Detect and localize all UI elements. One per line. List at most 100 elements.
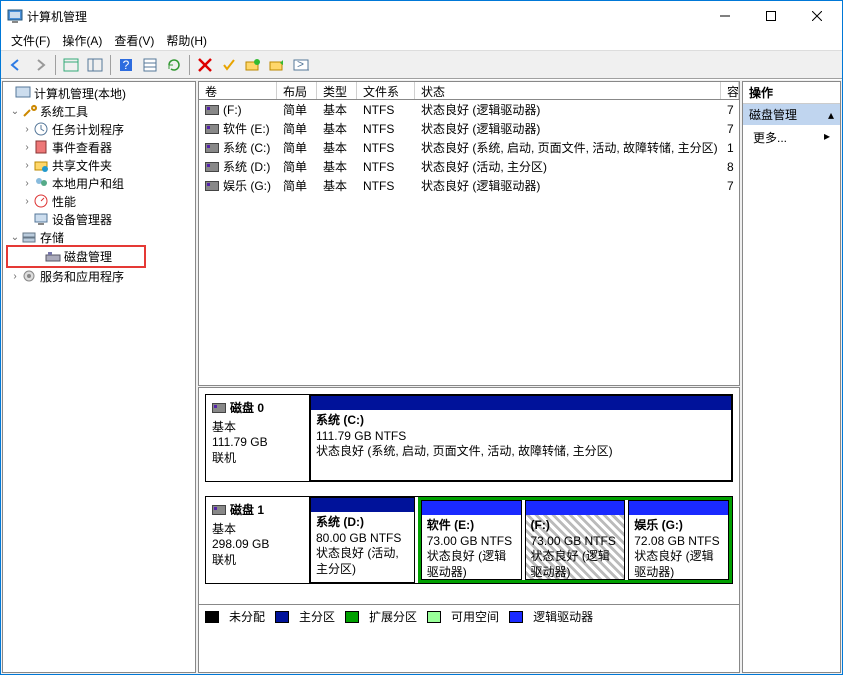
col-layout[interactable]: 布局 bbox=[277, 82, 317, 99]
check-icon[interactable] bbox=[218, 54, 240, 76]
partition[interactable]: 系统 (D:)80.00 GB NTFS状态良好 (活动, 主分区) bbox=[310, 497, 415, 583]
col-type[interactable]: 类型 bbox=[317, 82, 357, 99]
folder-new-icon[interactable] bbox=[242, 54, 264, 76]
partition-body: (F:)73.00 GB NTFS状态良好 (逻辑驱动器) bbox=[526, 515, 625, 579]
disk-graphical-view[interactable]: 磁盘 0基本111.79 GB联机系统 (C:)111.79 GB NTFS状态… bbox=[198, 387, 740, 673]
refresh-icon[interactable] bbox=[163, 54, 185, 76]
tree-device-manager[interactable]: 设备管理器 bbox=[3, 210, 195, 228]
volume-name: 软件 (E:) bbox=[223, 120, 270, 137]
chevron-right-icon[interactable]: › bbox=[21, 196, 33, 207]
tree-root[interactable]: 计算机管理(本地) bbox=[3, 84, 195, 102]
partitions: 系统 (C:)111.79 GB NTFS状态良好 (系统, 启动, 页面文件,… bbox=[310, 395, 732, 481]
partition[interactable]: 娱乐 (G:)72.08 GB NTFS状态良好 (逻辑驱动器) bbox=[628, 500, 729, 580]
hscrollbar[interactable] bbox=[199, 385, 739, 386]
disk-row[interactable]: 磁盘 0基本111.79 GB联机系统 (C:)111.79 GB NTFS状态… bbox=[205, 394, 733, 482]
disk-size: 111.79 GB bbox=[212, 435, 303, 449]
chevron-right-icon[interactable]: › bbox=[9, 271, 21, 282]
nav-tree[interactable]: 计算机管理(本地) ⌄ 系统工具 › 任务计划程序 › 事件查看器 bbox=[2, 81, 196, 673]
disk-info: 磁盘 0基本111.79 GB联机 bbox=[206, 395, 310, 481]
services-icon bbox=[21, 268, 37, 284]
disk-mgmt-icon bbox=[45, 249, 61, 265]
volume-list[interactable]: (F:)简单基本NTFS状态良好 (逻辑驱动器)7软件 (E:) 简单基本 NTFS… bbox=[198, 100, 740, 386]
volume-row[interactable]: 系统 (C:)简单基本NTFS状态良好 (系统, 启动, 页面文件, 活动, 故… bbox=[199, 138, 739, 157]
legend-logical: 逻辑驱动器 bbox=[533, 608, 593, 625]
view-pane-icon[interactable] bbox=[60, 54, 82, 76]
partition-body: 软件 (E:)73.00 GB NTFS状态良好 (逻辑驱动器) bbox=[422, 515, 521, 579]
folder-up-icon[interactable] bbox=[266, 54, 288, 76]
tree-task-scheduler[interactable]: › 任务计划程序 bbox=[3, 120, 195, 138]
delete-icon[interactable] bbox=[194, 54, 216, 76]
actions-section-disk-mgmt[interactable]: 磁盘管理 ▴ bbox=[743, 104, 840, 125]
volume-row[interactable]: 娱乐 (G:)简单基本NTFS状态良好 (逻辑驱动器)7 bbox=[199, 176, 739, 195]
partition-stripe bbox=[629, 501, 728, 515]
app-icon bbox=[7, 8, 23, 24]
computer-icon bbox=[15, 85, 31, 101]
share-icon bbox=[33, 157, 49, 173]
book-icon bbox=[33, 139, 49, 155]
volume-row[interactable]: 系统 (D:)简单基本NTFS状态良好 (活动, 主分区)8 bbox=[199, 157, 739, 176]
tree-local-users[interactable]: › 本地用户和组 bbox=[3, 174, 195, 192]
window-title: 计算机管理 bbox=[27, 8, 702, 25]
disk-basic: 基本 bbox=[212, 520, 303, 537]
volume-name: 系统 (D:) bbox=[223, 158, 270, 175]
close-button[interactable] bbox=[794, 1, 840, 31]
nav-forward-icon[interactable] bbox=[29, 54, 51, 76]
tree-event-viewer[interactable]: › 事件查看器 bbox=[3, 138, 195, 156]
maximize-button[interactable] bbox=[748, 1, 794, 31]
menu-file[interactable]: 文件(F) bbox=[5, 32, 56, 49]
chevron-right-icon[interactable]: › bbox=[21, 142, 33, 153]
minimize-button[interactable] bbox=[702, 1, 748, 31]
svg-text:?: ? bbox=[123, 58, 130, 72]
actions-more[interactable]: 更多... ▸ bbox=[743, 125, 840, 150]
chevron-right-icon[interactable]: › bbox=[21, 124, 33, 135]
legend-unalloc-swatch bbox=[205, 611, 219, 623]
tree-storage[interactable]: ⌄ 存储 bbox=[3, 228, 195, 246]
chevron-down-icon[interactable]: ⌄ bbox=[9, 232, 21, 243]
partition-status: 状态良好 (系统, 启动, 页面文件, 活动, 故障转储, 主分区) bbox=[316, 444, 726, 460]
list-view-icon[interactable] bbox=[139, 54, 161, 76]
col-volume[interactable]: 卷 bbox=[199, 82, 277, 99]
drive-icon bbox=[205, 143, 219, 153]
partition-size: 73.00 GB NTFS bbox=[427, 534, 516, 550]
chevron-right-icon[interactable]: › bbox=[21, 160, 33, 171]
tree-shared-folders[interactable]: › 共享文件夹 bbox=[3, 156, 195, 174]
partition[interactable]: 软件 (E:)73.00 GB NTFS状态良好 (逻辑驱动器) bbox=[421, 500, 522, 580]
col-fs[interactable]: 文件系统 bbox=[357, 82, 415, 99]
menu-help[interactable]: 帮助(H) bbox=[160, 32, 213, 49]
disk-size: 298.09 GB bbox=[212, 537, 303, 551]
extended-partition[interactable]: 软件 (E:)73.00 GB NTFS状态良好 (逻辑驱动器)(F:)73.0… bbox=[418, 497, 732, 583]
chevron-down-icon[interactable]: ⌄ bbox=[9, 106, 21, 117]
tree-performance[interactable]: › 性能 bbox=[3, 192, 195, 210]
nav-back-icon[interactable] bbox=[5, 54, 27, 76]
volume-fs: NTFS bbox=[357, 159, 415, 175]
partition[interactable]: (F:)73.00 GB NTFS状态良好 (逻辑驱动器) bbox=[525, 500, 626, 580]
volume-row[interactable]: 软件 (E:)简单基本NTFS状态良好 (逻辑驱动器)7 bbox=[199, 119, 739, 138]
volume-status: 状态良好 (逻辑驱动器) bbox=[415, 119, 721, 138]
device-icon bbox=[33, 211, 49, 227]
volume-row[interactable]: (F:)简单基本NTFS状态良好 (逻辑驱动器)7 bbox=[199, 100, 739, 119]
tree-services-apps[interactable]: › 服务和应用程序 bbox=[3, 267, 195, 285]
help-icon[interactable]: ? bbox=[115, 54, 137, 76]
menu-view[interactable]: 查看(V) bbox=[108, 32, 160, 49]
volume-layout: 简单 bbox=[277, 119, 317, 138]
disk-row[interactable]: 磁盘 1基本298.09 GB联机系统 (D:)80.00 GB NTFS状态良… bbox=[205, 496, 733, 584]
volume-status: 状态良好 (逻辑驱动器) bbox=[415, 100, 721, 119]
menu-action[interactable]: 操作(A) bbox=[56, 32, 108, 49]
col-pct[interactable]: 容 bbox=[721, 82, 739, 99]
view-cols-icon[interactable] bbox=[84, 54, 106, 76]
terminal-icon[interactable]: >_ bbox=[290, 54, 312, 76]
volume-pct: 1 bbox=[721, 140, 739, 156]
volume-status: 状态良好 (系统, 启动, 页面文件, 活动, 故障转储, 主分区) bbox=[415, 138, 721, 157]
col-status[interactable]: 状态 bbox=[415, 82, 721, 99]
collapse-icon[interactable]: ▴ bbox=[828, 108, 834, 122]
volume-status: 状态良好 (逻辑驱动器) bbox=[415, 176, 721, 195]
volume-type: 基本 bbox=[317, 119, 357, 138]
chevron-right-icon[interactable]: › bbox=[21, 178, 33, 189]
partition[interactable]: 系统 (C:)111.79 GB NTFS状态良好 (系统, 启动, 页面文件,… bbox=[310, 395, 732, 481]
partition-name: 系统 (C:) bbox=[316, 413, 726, 429]
partition-size: 73.00 GB NTFS bbox=[531, 534, 620, 550]
tree-system-tools[interactable]: ⌄ 系统工具 bbox=[3, 102, 195, 120]
partition-size: 80.00 GB NTFS bbox=[316, 531, 409, 547]
volume-header[interactable]: 卷 布局 类型 文件系统 状态 容 bbox=[198, 81, 740, 100]
tree-disk-management[interactable]: 磁盘管理 bbox=[7, 246, 145, 267]
